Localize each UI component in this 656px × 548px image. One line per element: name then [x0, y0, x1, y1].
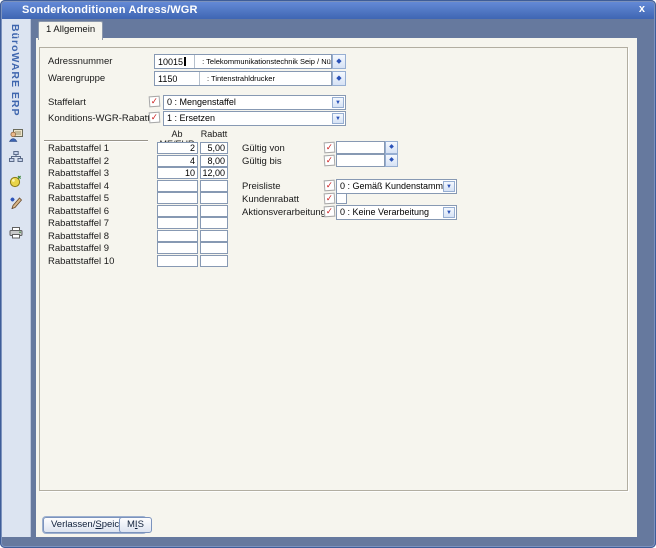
gueltig-von-input[interactable]: [336, 141, 385, 154]
ab-me-eur-input[interactable]: [157, 217, 198, 229]
gueltig-bis-input[interactable]: [336, 154, 385, 167]
text-cursor: [184, 57, 186, 66]
brand-logo: BüroWARE ERP: [9, 24, 21, 117]
adressnummer-label: Adressnummer: [48, 56, 112, 67]
yellow-sphere-icon[interactable]: [9, 175, 24, 189]
rabattstaffel-label: Rabattstaffel 6: [48, 206, 109, 217]
sidebar: BüroWARE ERP: [2, 19, 31, 537]
rabattstaffel-label: Rabattstaffel 7: [48, 218, 109, 229]
adressnummer-description: : Telekommunikationstechnik Seip / Nürnb…: [195, 57, 331, 66]
ab-me-eur-input[interactable]: [157, 205, 198, 217]
rabatt-input[interactable]: [200, 255, 228, 267]
rabatt-input[interactable]: [200, 192, 228, 204]
warengruppe-description: : Tintenstrahldrucker: [200, 74, 275, 83]
red-check-icon[interactable]: ✓: [324, 155, 336, 167]
tab-allgemein[interactable]: 1 Allgemein: [38, 21, 103, 40]
rabatt-input[interactable]: 12,00: [200, 167, 228, 179]
rabatt-input[interactable]: [200, 230, 228, 242]
adressnummer-input[interactable]: 10015: [155, 55, 195, 68]
rabattstaffel-label: Rabattstaffel 1: [48, 143, 109, 154]
table-row: Rabattstaffel 3 10 12,00: [36, 167, 637, 180]
gueltig-von-label: Gültig von: [242, 143, 285, 154]
kundenrabatt-checkbox[interactable]: [336, 193, 347, 204]
kundenrabatt-label: Kundenrabatt: [242, 194, 299, 205]
rabattstaffel-label: Rabattstaffel 5: [48, 193, 109, 204]
adressnummer-field[interactable]: 10015 : Telekommunikationstechnik Seip /…: [154, 54, 332, 69]
konditions-wgr-rabatt-label: Konditions-WGR-Rabatt: [48, 113, 150, 124]
rabatt-input[interactable]: [200, 217, 228, 229]
wand-pen-icon[interactable]: [9, 196, 24, 210]
ab-me-eur-input[interactable]: [157, 242, 198, 254]
table-row: Rabattstaffel 10: [36, 255, 637, 268]
mis-button[interactable]: MIS: [119, 517, 152, 533]
preisliste-label: Preisliste: [242, 181, 281, 192]
table-row: Rabattstaffel 8: [36, 230, 637, 243]
red-check-icon[interactable]: ✓: [149, 96, 161, 108]
red-check-icon[interactable]: ✓: [324, 193, 336, 205]
chevron-down-icon[interactable]: ▼: [332, 113, 344, 124]
ab-me-eur-input[interactable]: 4: [157, 155, 198, 167]
form-area: Adressnummer 10015 : Telekommunikationst…: [36, 38, 637, 537]
red-check-icon[interactable]: ✓: [324, 206, 336, 218]
ab-me-eur-input[interactable]: [157, 180, 198, 192]
close-icon[interactable]: x: [639, 3, 645, 15]
window-title: Sonderkonditionen Adress/WGR: [22, 4, 198, 16]
rabatt-input[interactable]: 8,00: [200, 155, 228, 167]
aktionsverarbeitung-label: Aktionsverarbeitung: [242, 207, 326, 218]
red-check-icon[interactable]: ✓: [149, 112, 161, 124]
warengruppe-lookup-button[interactable]: ◆: [332, 71, 346, 86]
red-check-icon[interactable]: ✓: [324, 142, 336, 154]
dialog-window: Sonderkonditionen Adress/WGR x BüroWARE …: [0, 0, 656, 548]
warengruppe-input[interactable]: 1150: [155, 72, 200, 85]
adressnummer-lookup-button[interactable]: ◆: [332, 54, 346, 69]
staffelart-label: Staffelart: [48, 97, 86, 108]
ab-me-eur-input[interactable]: [157, 230, 198, 242]
red-check-icon[interactable]: ✓: [324, 180, 336, 192]
warengruppe-field[interactable]: 1150 : Tintenstrahldrucker: [154, 71, 332, 86]
warengruppe-label: Warengruppe: [48, 73, 105, 84]
table-row: Rabattstaffel 9: [36, 242, 637, 255]
rabattstaffel-label: Rabattstaffel 2: [48, 156, 109, 167]
staffelart-dropdown[interactable]: 0 : Mengenstaffel ▼: [163, 95, 346, 110]
ab-me-eur-input[interactable]: [157, 192, 198, 204]
orgchart-icon[interactable]: [9, 151, 24, 165]
chevron-down-icon[interactable]: ▼: [443, 181, 455, 192]
rabattstaffel-label: Rabattstaffel 8: [48, 231, 109, 242]
rabattstaffel-label: Rabattstaffel 4: [48, 181, 109, 192]
aktionsverarbeitung-dropdown[interactable]: 0 : Keine Verarbeitung ▼: [336, 205, 457, 220]
preisliste-dropdown[interactable]: 0 : Gemäß Kundenstamm ▼: [336, 179, 457, 194]
rabattstaffel-label: Rabattstaffel 3: [48, 168, 109, 179]
konditions-wgr-rabatt-dropdown[interactable]: 1 : Ersetzen ▼: [163, 111, 346, 126]
ab-me-eur-input[interactable]: 10: [157, 167, 198, 179]
rabatt-input[interactable]: [200, 205, 228, 217]
table-separator-line: [44, 140, 148, 141]
chevron-down-icon[interactable]: ▼: [332, 97, 344, 108]
rabatt-input[interactable]: [200, 180, 228, 192]
rabattstaffel-label: Rabattstaffel 10: [48, 256, 114, 267]
gueltig-von-spinner[interactable]: ◆: [385, 141, 398, 154]
printer-icon[interactable]: [9, 227, 24, 241]
ab-me-eur-input[interactable]: [157, 255, 198, 267]
user-card-icon[interactable]: [9, 128, 24, 142]
gueltig-bis-spinner[interactable]: ◆: [385, 154, 398, 167]
rabatt-input[interactable]: 5,00: [200, 142, 228, 154]
title-bar[interactable]: Sonderkonditionen Adress/WGR x: [2, 2, 654, 19]
col-rabatt-header: Rabatt: [198, 129, 230, 139]
chevron-down-icon[interactable]: ▼: [443, 207, 455, 218]
gueltig-bis-label: Gültig bis: [242, 156, 282, 167]
rabatt-input[interactable]: [200, 242, 228, 254]
rabattstaffel-label: Rabattstaffel 9: [48, 243, 109, 254]
ab-me-eur-input[interactable]: 2: [157, 142, 198, 154]
